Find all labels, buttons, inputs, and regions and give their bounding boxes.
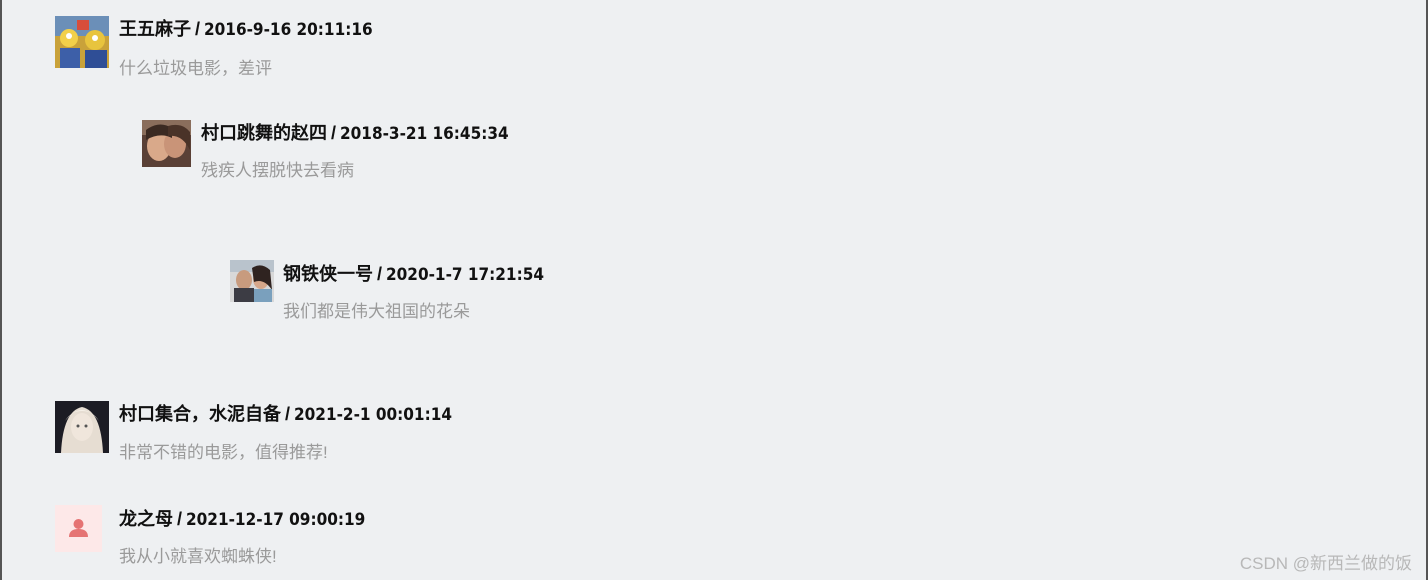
comment-content: 残疾人摆脱快去看病 (201, 161, 354, 180)
comment-username[interactable]: 村口跳舞的赵四 (201, 123, 327, 143)
user-avatar[interactable] (55, 401, 109, 453)
comment-content: 我从小就喜欢蜘蛛侠! (119, 547, 277, 566)
comment-username[interactable]: 龙之母 (119, 509, 173, 529)
user-avatar[interactable] (55, 16, 109, 68)
watermark: CSDN @新西兰做的饭 (1239, 554, 1412, 573)
user-avatar[interactable] (230, 260, 274, 302)
header-separator: / (377, 264, 383, 284)
comment-header: 村口跳舞的赵四/2018-3-21 16:45:34 (201, 121, 509, 146)
comment-header: 钢铁侠一号/2020-1-7 17:21:54 (283, 262, 544, 287)
comment-username[interactable]: 村口集合，水泥自备 (119, 404, 281, 424)
comment-content: 什么垃圾电影，差评 (119, 59, 272, 78)
header-separator: / (195, 19, 201, 39)
comment-time: 2021-2-1 00:01:14 (294, 405, 452, 425)
comment-header: 王五麻子/2016-9-16 20:11:16 (119, 17, 373, 42)
comment-time: 2016-9-16 20:11:16 (204, 20, 373, 40)
comment-time: 2020-1-7 17:21:54 (386, 265, 544, 285)
comment-time: 2018-3-21 16:45:34 (340, 124, 509, 144)
header-separator: / (331, 123, 337, 143)
window-border-left (0, 0, 2, 580)
comment-content: 非常不错的电影，值得推荐! (119, 443, 328, 462)
default-avatar-icon[interactable] (55, 505, 102, 552)
comment-username[interactable]: 王五麻子 (119, 19, 191, 39)
comment-header: 村口集合，水泥自备/2021-2-1 00:01:14 (119, 402, 452, 427)
header-separator: / (177, 509, 183, 529)
user-avatar[interactable] (142, 120, 191, 167)
comment-header: 龙之母/2021-12-17 09:00:19 (119, 507, 365, 532)
header-separator: / (285, 404, 291, 424)
comment-time: 2021-12-17 09:00:19 (186, 510, 366, 530)
comment-content: 我们都是伟大祖国的花朵 (283, 302, 470, 321)
comment-username[interactable]: 钢铁侠一号 (283, 264, 373, 284)
